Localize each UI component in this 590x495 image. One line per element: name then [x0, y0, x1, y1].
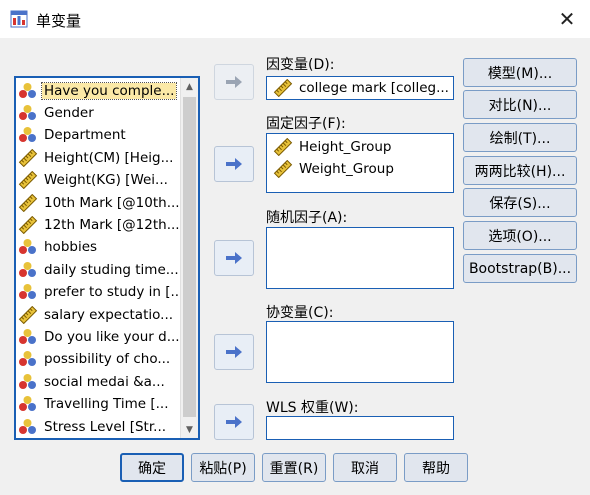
- scale-icon: [273, 78, 293, 98]
- variable-label: Stress Level [Str...: [44, 418, 167, 435]
- nominal-icon: [18, 82, 38, 100]
- help-button[interactable]: 帮助: [404, 453, 468, 482]
- variable-list-item[interactable]: salary expectatio...: [18, 304, 182, 325]
- scrollbar-thumb[interactable]: [183, 97, 196, 417]
- bootstrap-button[interactable]: Bootstrap(B)...: [463, 254, 577, 283]
- arrow-right-icon: [226, 158, 242, 170]
- reset-button[interactable]: 重置(R): [262, 453, 326, 482]
- move-to-random-factor-button[interactable]: [214, 240, 254, 276]
- window-title: 单变量: [36, 12, 82, 30]
- dependent-value: college mark [colleg...: [299, 80, 449, 96]
- variable-label: Height(CM) [Heig...: [44, 149, 174, 166]
- fixed-factor-label-text: Weight_Group: [299, 161, 394, 177]
- variable-label: Travelling Time [...: [44, 396, 169, 413]
- nominal-icon: [18, 373, 38, 391]
- variable-list-scrollbar[interactable]: ▲ ▼: [180, 78, 198, 438]
- scale-icon: [18, 215, 38, 235]
- save-button[interactable]: 保存(S)...: [463, 188, 577, 217]
- variable-list-item[interactable]: Department: [18, 125, 182, 146]
- title-bar: 单变量 ✕: [0, 0, 590, 38]
- nominal-icon: [18, 350, 38, 368]
- variable-list-item[interactable]: 12th Mark [@12th...: [18, 214, 182, 235]
- variable-label: Have you comple...: [40, 81, 178, 100]
- variable-list-item[interactable]: Have you comple...: [18, 80, 182, 101]
- arrow-right-icon: [226, 416, 242, 428]
- arrow-right-icon: [226, 76, 242, 88]
- dependent-label: 因变量(D):: [266, 57, 335, 73]
- fixed-factor-item[interactable]: Height_Group: [267, 136, 453, 158]
- variable-label: hobbies: [44, 239, 98, 256]
- variable-label: 12th Mark [@12th...: [44, 216, 180, 233]
- variable-label: social medai &a...: [44, 373, 165, 390]
- variable-label: Department: [44, 127, 126, 144]
- variable-list-item[interactable]: Travelling Time [...: [18, 394, 182, 415]
- post-hoc-button[interactable]: 两两比较(H)...: [463, 156, 577, 185]
- scale-icon: [18, 170, 38, 190]
- wls-weight-field[interactable]: [266, 416, 454, 440]
- variable-list-item[interactable]: Stress Level [Str...: [18, 416, 182, 437]
- variable-list[interactable]: Stress Level [Str... Travelling Time [...…: [14, 76, 200, 440]
- move-to-covariate-button[interactable]: [214, 334, 254, 370]
- variable-list-item[interactable]: Weight(KG) [Wei...: [18, 170, 182, 191]
- scale-icon: [18, 193, 38, 212]
- nominal-icon: [18, 328, 38, 346]
- arrow-right-icon: [226, 252, 242, 264]
- variable-label: daily studing time...: [44, 261, 179, 278]
- variable-list-item[interactable]: Do you like your d...: [18, 326, 182, 347]
- nominal-icon: [18, 126, 38, 144]
- variable-list-item[interactable]: hobbies: [18, 237, 182, 258]
- contrast-button[interactable]: 对比(N)...: [463, 90, 577, 119]
- covariate-list[interactable]: [266, 321, 454, 383]
- scale-icon: [18, 148, 38, 167]
- scale-icon: [18, 305, 38, 324]
- nominal-icon: [18, 104, 38, 122]
- options-button[interactable]: 选项(O)...: [463, 221, 577, 250]
- dependent-item[interactable]: college mark [colleg...: [267, 77, 453, 99]
- fixed-factor-label-text: Height_Group: [299, 139, 392, 155]
- variable-label: Weight(KG) [Wei...: [44, 172, 168, 189]
- cancel-button[interactable]: 取消: [333, 453, 397, 482]
- model-button[interactable]: 模型(M)...: [463, 58, 577, 87]
- nominal-icon: [18, 238, 38, 256]
- nominal-icon: [18, 395, 38, 413]
- variable-list-item[interactable]: 10th Mark [@10th...: [18, 192, 182, 213]
- variable-list-item[interactable]: prefer to study in [...: [18, 282, 182, 303]
- close-icon[interactable]: ✕: [544, 0, 590, 38]
- scroll-down-icon[interactable]: ▼: [181, 421, 198, 438]
- plots-button[interactable]: 绘制(T)...: [463, 123, 577, 152]
- variable-label: possibility of cho...: [44, 351, 171, 368]
- variable-label: salary expectatio...: [44, 306, 174, 323]
- paste-button[interactable]: 粘贴(P): [191, 453, 255, 482]
- variable-list-item[interactable]: Gender: [18, 102, 182, 123]
- covariate-label: 协变量(C):: [266, 305, 334, 321]
- arrow-right-icon: [226, 346, 242, 358]
- random-factor-list[interactable]: [266, 227, 454, 289]
- fixed-factor-item[interactable]: Weight_Group: [267, 158, 453, 180]
- wls-weight-label: WLS 权重(W):: [266, 400, 359, 416]
- dependent-field[interactable]: college mark [colleg...: [266, 76, 454, 100]
- fixed-factor-list[interactable]: Height_Group Weight_Group: [266, 133, 454, 193]
- variable-label: 10th Mark [@10th...: [44, 194, 180, 211]
- scale-icon: [273, 137, 293, 157]
- variable-list-item[interactable]: possibility of cho...: [18, 349, 182, 370]
- variable-list-item[interactable]: social medai &a...: [18, 371, 182, 392]
- random-factor-label: 随机因子(A):: [266, 210, 348, 226]
- variable-label: prefer to study in [...: [44, 284, 182, 301]
- variable-label: Do you like your d...: [44, 328, 180, 345]
- univariate-app-icon: [10, 10, 28, 28]
- ok-button[interactable]: 确定: [120, 453, 184, 482]
- scale-icon: [273, 159, 293, 179]
- nominal-icon: [18, 261, 38, 279]
- variable-label: Gender: [44, 104, 94, 121]
- nominal-icon: [18, 283, 38, 301]
- variable-list-item[interactable]: Height(CM) [Heig...: [18, 147, 182, 168]
- variable-list-item[interactable]: daily studing time...: [18, 259, 182, 280]
- fixed-factor-label: 固定因子(F):: [266, 116, 346, 132]
- scroll-up-icon[interactable]: ▲: [181, 78, 198, 95]
- move-to-wls-button[interactable]: [214, 404, 254, 440]
- move-to-fixed-factor-button[interactable]: [214, 146, 254, 182]
- nominal-icon: [18, 418, 38, 436]
- move-to-dependent-button[interactable]: [214, 64, 254, 100]
